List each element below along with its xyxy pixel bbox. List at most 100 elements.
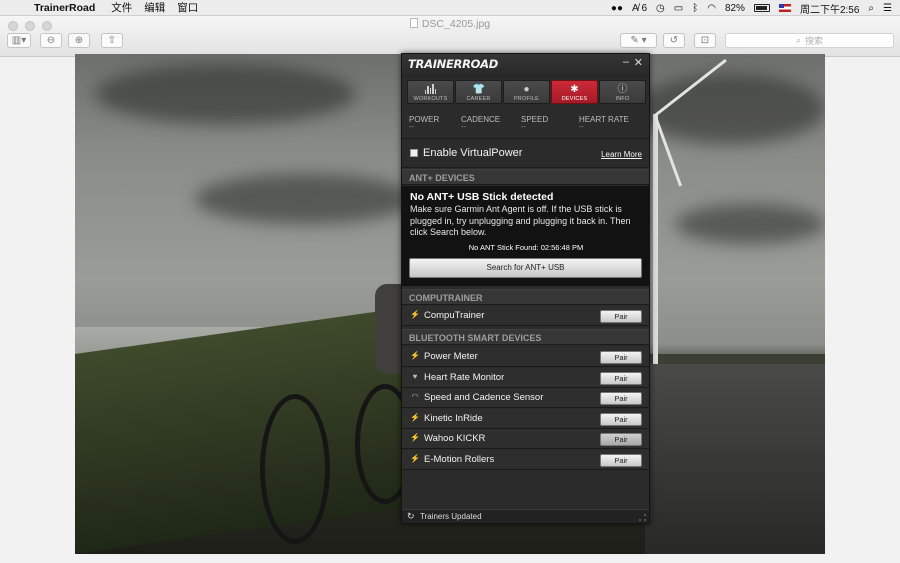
menu-bar-status: ●● A̸ 6 ◷ ▭ ᛒ ◠ 82% 周二下午2:56 ⌕ ☰ [611, 0, 892, 16]
battery-icon[interactable] [753, 4, 770, 12]
pair-button[interactable]: Pair [600, 351, 642, 364]
tab-info[interactable]: ⓘ INFO [599, 80, 646, 104]
device-label: Wahoo KICKR [424, 433, 486, 444]
bolt-icon: ⚡ [410, 454, 420, 463]
rotate-icon: ↺ [669, 35, 679, 46]
wind-turbine-tower [653, 114, 658, 364]
share-button[interactable]: ⇧ [101, 33, 123, 48]
toolbox-icon: ⊡ [700, 35, 710, 46]
computrainer-section-header: COMPUTRAINER [402, 289, 649, 305]
battery-percent: 82% [724, 2, 745, 14]
window-title-text: DSC_4205.jpg [421, 18, 491, 30]
device-row-kinetic-inride: ⚡ Kinetic InRide Pair [402, 409, 649, 429]
file-menu[interactable]: 文件 [111, 0, 132, 15]
airplay-icon[interactable]: ▭ [674, 3, 683, 14]
virtual-power-checkbox[interactable] [410, 149, 418, 157]
ant-status-text: No ANT Stick Found: 02:56:48 PM [468, 242, 584, 252]
bicycle-wheel [260, 394, 330, 544]
tab-career[interactable]: 👕 CAREER [455, 80, 502, 104]
device-label: Heart Rate Monitor [424, 372, 505, 383]
close-button[interactable]: ✕ [634, 56, 643, 69]
input-method-count: 6 [641, 2, 648, 14]
metric-label: HEART RATE [579, 115, 629, 124]
window-titlebar: DSC_4205.jpg ▥▾ ⊖ ⊕ ⇧ ✎ ▾ ↺ ⊡ ⌕ 搜索 [0, 16, 900, 57]
bluetooth-icon[interactable]: ᛒ [692, 3, 698, 14]
shirt-icon: 👕 [472, 84, 485, 95]
search-placeholder: 搜索 [805, 36, 824, 46]
cloud-shape [95, 64, 355, 124]
heart-icon: ♥ [412, 372, 418, 381]
metric-power: POWER -- [409, 115, 439, 131]
tab-workouts[interactable]: WORKOUTS [407, 80, 454, 104]
sidebar-icon: ▥▾ [11, 35, 27, 46]
metrics-bar: POWER -- CADENCE -- SPEED -- HEART RATE -- [402, 111, 649, 139]
pair-button[interactable]: Pair [600, 372, 642, 385]
app-menu[interactable]: TrainerRoad [34, 2, 95, 14]
device-row-speed-cadence-sensor: ◠ Speed and Cadence Sensor Pair [402, 388, 649, 408]
tab-label: WORKOUTS [413, 96, 448, 102]
search-field[interactable]: ⌕ 搜索 [725, 33, 894, 48]
search-ant-usb-button[interactable]: Search for ANT+ USB [409, 258, 642, 278]
pair-button[interactable]: Pair [600, 433, 642, 446]
status-text: Trainers Updated [420, 512, 482, 521]
wifi-icon[interactable]: ◠ [707, 3, 716, 14]
rotate-button[interactable]: ↺ [663, 33, 685, 48]
wechat-icon[interactable]: ●● [611, 3, 623, 14]
ant-message: Make sure Garmin Ant Agent is off. If th… [410, 204, 631, 237]
cloud-shape [195, 174, 415, 224]
pair-button[interactable]: Pair [600, 413, 642, 426]
person-icon: ● [523, 84, 530, 95]
device-label: E-Motion Rollers [424, 454, 495, 465]
tab-profile[interactable]: ● PROFILE [503, 80, 550, 104]
resize-grip[interactable] [639, 514, 646, 521]
zoom-in-icon: ⊕ [74, 35, 84, 46]
metric-value: -- [579, 124, 584, 131]
notification-center-icon[interactable]: ☰ [883, 3, 892, 14]
device-row-e-motion-rollers: ⚡ E-Motion Rollers Pair [402, 450, 649, 470]
gauge-icon: ◠ [411, 392, 419, 401]
metric-value: -- [461, 124, 466, 131]
info-icon: ⓘ [617, 84, 628, 95]
bolt-icon: ⚡ [410, 351, 420, 360]
ant-section-header: ANT+ DEVICES [402, 169, 649, 185]
toolbox-button[interactable]: ⊡ [694, 33, 716, 48]
bluetooth-section-header: BLUETOOTH SMART DEVICES [402, 329, 649, 345]
pair-button[interactable]: Pair [600, 392, 642, 405]
trainerroad-logo: TRAINERROAD [408, 57, 498, 71]
spotlight-search-icon[interactable]: ⌕ [868, 3, 874, 14]
input-method-icon[interactable]: A̸ 6 [632, 3, 647, 14]
learn-more-link[interactable]: Learn More [601, 150, 642, 159]
tab-devices[interactable]: ✱ DEVICES [551, 80, 598, 104]
virtual-power-label[interactable]: Enable VirtualPower [423, 147, 522, 159]
metric-speed: SPEED -- [521, 115, 548, 131]
metric-label: POWER [409, 115, 440, 124]
window-title: DSC_4205.jpg [0, 18, 900, 30]
timer-icon[interactable]: ◷ [656, 3, 665, 14]
bolt-icon: ⚡ [410, 310, 420, 319]
main-tabs: WORKOUTS 👕 CAREER ● PROFILE ✱ DEVICES ⓘ … [407, 80, 646, 104]
device-label: Speed and Cadence Sensor [424, 392, 544, 403]
zoom-out-icon: ⊖ [46, 35, 56, 46]
device-row-heart-rate-monitor: ♥ Heart Rate Monitor Pair [402, 368, 649, 388]
virtual-power-row: Enable VirtualPower Learn More [402, 142, 649, 168]
refresh-icon: ↻ [407, 511, 415, 521]
zoom-out-button[interactable]: ⊖ [40, 33, 62, 48]
pair-button[interactable]: Pair [600, 454, 642, 467]
bolt-icon: ⚡ [410, 413, 420, 422]
edit-menu[interactable]: 编辑 [144, 0, 165, 15]
tab-label: PROFILE [514, 96, 539, 102]
metric-heart-rate: HEART RATE -- [579, 115, 629, 131]
minimize-button[interactable]: – [623, 56, 629, 68]
sidebar-toggle-button[interactable]: ▥▾ [7, 33, 31, 48]
markup-button[interactable]: ✎ ▾ [620, 33, 657, 48]
gear-icon: ✱ [570, 84, 579, 95]
device-label: Power Meter [424, 351, 478, 362]
window-menu[interactable]: 窗口 [177, 0, 198, 15]
zoom-in-button[interactable]: ⊕ [68, 33, 90, 48]
us-flag-icon[interactable] [778, 4, 791, 12]
road-area [645, 364, 825, 554]
pair-button[interactable]: Pair [600, 310, 642, 323]
metric-cadence: CADENCE -- [461, 115, 500, 131]
device-row-wahoo-kickr: ⚡ Wahoo KICKR Pair [402, 429, 649, 449]
menu-clock[interactable]: 周二下午2:56 [800, 1, 859, 16]
